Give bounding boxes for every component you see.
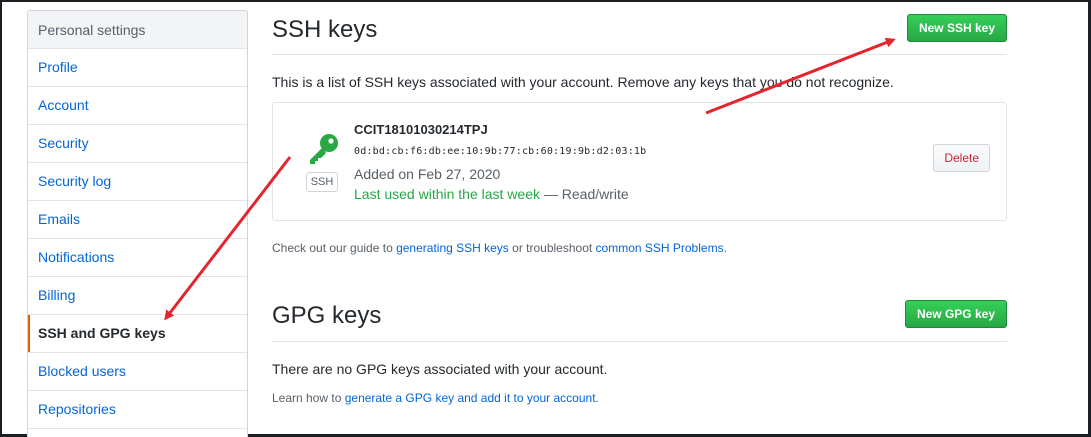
key-added-date: Added on Feb 27, 2020 bbox=[354, 166, 501, 182]
new-ssh-key-button[interactable]: New SSH key bbox=[906, 14, 1007, 42]
sidebar-item-profile[interactable]: Profile bbox=[28, 49, 247, 87]
sidebar-item-emails[interactable]: Emails bbox=[28, 201, 247, 239]
ssh-badge: SSH bbox=[306, 172, 338, 192]
sidebar-header: Personal settings bbox=[28, 11, 247, 49]
key-title: CCIT18101030214TPJ bbox=[354, 122, 488, 137]
ssh-description: This is a list of SSH keys associated wi… bbox=[272, 74, 894, 90]
delete-key-button[interactable]: Delete bbox=[933, 144, 990, 172]
ssh-keys-title: SSH keys bbox=[272, 16, 378, 43]
generate-gpg-key-link[interactable]: generate a GPG key and add it to your ac… bbox=[345, 391, 596, 405]
key-last-used: Last used within the last week — Read/wr… bbox=[354, 186, 629, 202]
key-fingerprint: 0d:bd:cb:f6:db:ee:10:9b:77:cb:60:19:9b:d… bbox=[354, 146, 647, 157]
guide-prefix: Check out our guide to bbox=[272, 241, 397, 255]
common-ssh-problems-link[interactable]: common SSH Problems bbox=[596, 241, 724, 255]
gpg-learn-note: Learn how to generate a GPG key and add … bbox=[272, 391, 599, 405]
generating-ssh-keys-link[interactable]: generating SSH keys bbox=[396, 241, 509, 255]
gpg-empty-message: There are no GPG keys associated with yo… bbox=[272, 361, 608, 377]
gpg-keys-title: GPG keys bbox=[272, 302, 382, 329]
sidebar-item-blocked-users[interactable]: Blocked users bbox=[28, 353, 247, 391]
settings-sidebar: Personal settings Profile Account Securi… bbox=[27, 10, 248, 437]
ssh-section-header: SSH keys New SSH key bbox=[272, 0, 1007, 55]
key-access: — Read/write bbox=[540, 186, 629, 202]
key-last-used-text: Last used within the last week bbox=[354, 186, 540, 202]
sidebar-item-account[interactable]: Account bbox=[28, 87, 247, 125]
sidebar-item-security-log[interactable]: Security log bbox=[28, 163, 247, 201]
guide-middle: or troubleshoot bbox=[508, 241, 596, 255]
sidebar-item-billing[interactable]: Billing bbox=[28, 277, 247, 315]
ssh-guide-note: Check out our guide to generating SSH ke… bbox=[272, 241, 727, 255]
learn-prefix: Learn how to bbox=[272, 391, 345, 405]
new-gpg-key-button[interactable]: New GPG key bbox=[904, 300, 1007, 328]
key-icon bbox=[310, 134, 338, 164]
sidebar-item-security[interactable]: Security bbox=[28, 125, 247, 163]
sidebar-item-notifications[interactable]: Notifications bbox=[28, 239, 247, 277]
sidebar-item-ssh-gpg-keys[interactable]: SSH and GPG keys bbox=[28, 315, 247, 353]
guide-suffix: . bbox=[723, 241, 727, 255]
sidebar-item-repositories[interactable]: Repositories bbox=[28, 391, 247, 429]
ssh-key-item: SSH CCIT18101030214TPJ 0d:bd:cb:f6:db:ee… bbox=[272, 102, 1007, 221]
learn-suffix: . bbox=[595, 391, 599, 405]
gpg-section-header: GPG keys New GPG key bbox=[272, 286, 1007, 342]
